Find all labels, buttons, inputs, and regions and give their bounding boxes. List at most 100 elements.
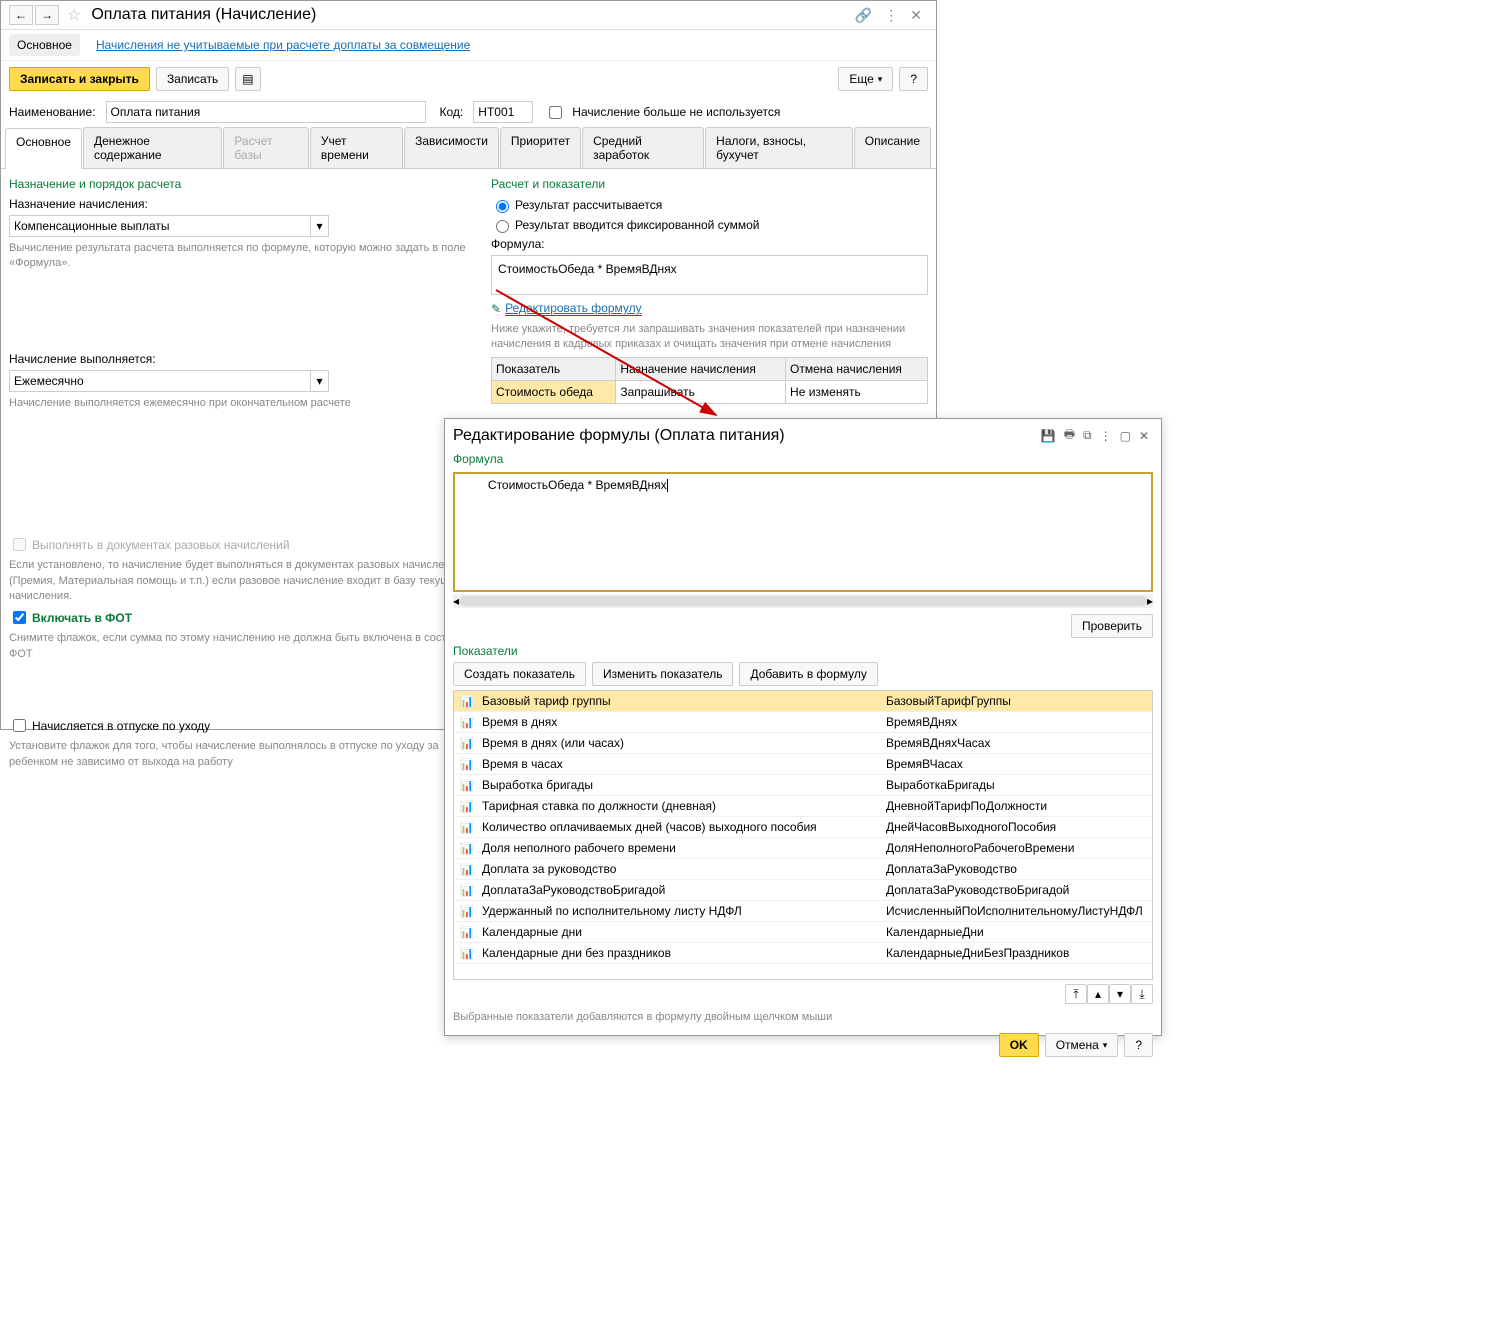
list-item[interactable]: 📊Время в дняхВремяВДнях (454, 712, 1152, 733)
formula-label: Формула: (491, 237, 928, 251)
print-icon[interactable]: 🖶 (1064, 425, 1075, 446)
purpose-dropdown[interactable]: ▾ (9, 215, 329, 237)
scrollbar[interactable]: ◂▸ (453, 594, 1153, 608)
report-button[interactable]: ▤ (235, 67, 260, 91)
indicator-name: Количество оплачиваемых дней (часов) вых… (482, 820, 886, 834)
tab-opisanie[interactable]: Описание (854, 127, 931, 168)
indicator-icon: 📊 (460, 758, 476, 771)
cb-fot[interactable] (13, 611, 26, 624)
footer-buttons: OK Отмена ? (453, 1033, 1153, 1057)
ok-button[interactable]: OK (999, 1033, 1039, 1057)
tab-raschet-bazy: Расчет базы (223, 127, 309, 168)
radio-fixed[interactable] (496, 220, 509, 233)
list-item[interactable]: 📊Выработка бригадыВыработкаБригады (454, 775, 1152, 796)
check-button[interactable]: Проверить (1071, 614, 1153, 638)
edit-indicator-button[interactable]: Изменить показатель (592, 662, 734, 686)
list-item[interactable]: 📊Удержанный по исполнительному листу НДФ… (454, 901, 1152, 922)
code-label: Код: (440, 105, 464, 119)
nav-down-button[interactable]: ▾ (1109, 984, 1131, 1004)
maximize-icon[interactable]: ▢ (1120, 429, 1131, 443)
radio-calc-row: Результат рассчитывается (491, 197, 928, 213)
subtab-exclusions[interactable]: Начисления не учитываемые при расчете до… (88, 34, 478, 56)
formula-textarea[interactable]: СтоимостьОбеда * ВремяВДнях (453, 472, 1153, 592)
radio-calc[interactable] (496, 200, 509, 213)
save-icon[interactable]: 💾 (1041, 429, 1056, 443)
more-icon[interactable]: ⋮ (884, 7, 898, 24)
tab-osnovnoe[interactable]: Основное (5, 128, 82, 169)
tab-zavisimosti[interactable]: Зависимости (404, 127, 499, 168)
create-indicator-button[interactable]: Создать показатель (453, 662, 586, 686)
list-item[interactable]: 📊Календарные дниКалендарныеДни (454, 922, 1152, 943)
name-input[interactable] (106, 101, 426, 123)
list-item[interactable]: 📊Доля неполного рабочего времениДоляНепо… (454, 838, 1152, 859)
nav-up-button[interactable]: ▴ (1087, 984, 1109, 1004)
list-item[interactable]: 📊Календарные дни без праздниковКалендарн… (454, 943, 1152, 964)
indicator-code: ДоляНеполногоРабочегоВремени (886, 841, 1146, 855)
close-icon[interactable]: ✕ (910, 7, 922, 24)
subtab-main[interactable]: Основное (9, 34, 80, 56)
nav-first-button[interactable]: ⤒ (1065, 984, 1087, 1004)
purpose-input[interactable] (9, 215, 311, 237)
code-input[interactable] (473, 101, 533, 123)
ind-row[interactable]: Стоимость обеда Запрашивать Не изменять (492, 380, 928, 403)
save-close-button[interactable]: Записать и закрыть (9, 67, 150, 91)
tab-prioritet[interactable]: Приоритет (500, 127, 581, 168)
chevron-down-icon[interactable]: ▾ (311, 370, 329, 392)
section-purpose-title: Назначение и порядок расчета (9, 177, 479, 191)
indicator-icon: 📊 (460, 926, 476, 939)
tab-denezhnoe[interactable]: Денежное содержание (83, 127, 222, 168)
list-item[interactable]: 📊Количество оплачиваемых дней (часов) вы… (454, 817, 1152, 838)
indicator-code: ВремяВДняхЧасах (886, 736, 1146, 750)
exec-input[interactable] (9, 370, 311, 392)
tabs: Основное Денежное содержание Расчет базы… (1, 127, 936, 169)
help-button[interactable]: ? (1124, 1033, 1153, 1057)
nav-back-button[interactable]: ← (9, 5, 33, 25)
cb-maternity-row: Начисляется в отпуске по уходу (9, 716, 479, 735)
chevron-down-icon[interactable]: ▾ (311, 215, 329, 237)
tab-nalogi[interactable]: Налоги, взносы, бухучет (705, 127, 853, 168)
help-button[interactable]: ? (899, 67, 928, 91)
popout-icon[interactable]: ⧉ (1083, 428, 1092, 443)
cancel-button[interactable]: Отмена (1045, 1033, 1119, 1057)
indicator-name: Время в часах (482, 757, 886, 771)
exec-dropdown[interactable]: ▾ (9, 370, 329, 392)
subtabs: Основное Начисления не учитываемые при р… (1, 30, 936, 61)
close-icon[interactable]: ✕ (1139, 429, 1149, 443)
indicator-name: Календарные дни без праздников (482, 946, 886, 960)
radio-calc-label: Результат рассчитывается (515, 198, 662, 212)
name-row: Наименование: Код: Начисление больше не … (1, 97, 936, 127)
indicators-list[interactable]: 📊Базовый тариф группыБазовыйТарифГруппы📊… (453, 690, 1153, 980)
radio-fixed-row: Результат вводится фиксированной суммой (491, 217, 928, 233)
more-button[interactable]: Еще (838, 67, 893, 91)
check-row: Проверить (453, 614, 1153, 638)
nav-forward-button[interactable]: → (35, 5, 59, 25)
tab-sredniy[interactable]: Средний заработок (582, 127, 704, 168)
indicator-code: ВремяВДнях (886, 715, 1146, 729)
w2-formula-section: Формула СтоимостьОбеда * ВремяВДнях ◂▸ (453, 452, 1153, 608)
list-item[interactable]: 📊ДоплатаЗаРуководствоБригадойДоплатаЗаРу… (454, 880, 1152, 901)
add-to-formula-button[interactable]: Добавить в формулу (739, 662, 877, 686)
indicator-code: ВыработкаБригады (886, 778, 1146, 792)
tab-uchet-vremeni[interactable]: Учет времени (310, 127, 403, 168)
pencil-icon: ✎ (491, 302, 501, 316)
nav-last-button[interactable]: ⤓ (1131, 984, 1153, 1004)
list-item[interactable]: 📊Доплата за руководствоДоплатаЗаРуководс… (454, 859, 1152, 880)
list-item[interactable]: 📊Базовый тариф группыБазовыйТарифГруппы (454, 691, 1152, 712)
link-icon[interactable]: 🔗 (855, 7, 872, 24)
indicator-icon: 📊 (460, 695, 476, 708)
list-item[interactable]: 📊Время в днях (или часах)ВремяВДняхЧасах (454, 733, 1152, 754)
indicator-code: ДоплатаЗаРуководство (886, 862, 1146, 876)
more-icon[interactable]: ⋮ (1100, 429, 1112, 443)
save-button[interactable]: Записать (156, 67, 229, 91)
radio-fixed-label: Результат вводится фиксированной суммой (515, 218, 759, 232)
purpose-label: Назначение начисления: (9, 197, 479, 211)
edit-formula-link[interactable]: Редактировать формулу (505, 301, 642, 316)
list-item[interactable]: 📊Время в часахВремяВЧасах (454, 754, 1152, 775)
cb-maternity[interactable] (13, 719, 26, 732)
cb-onetime (13, 538, 26, 551)
unused-checkbox[interactable] (549, 106, 562, 119)
cb-onetime-row: Выполнять в документах разовых начислени… (9, 535, 479, 554)
list-item[interactable]: 📊Тарифная ставка по должности (дневная)Д… (454, 796, 1152, 817)
favorite-icon[interactable]: ☆ (67, 5, 81, 25)
cb-maternity-help: Установите флажок для того, чтобы начисл… (9, 739, 479, 770)
